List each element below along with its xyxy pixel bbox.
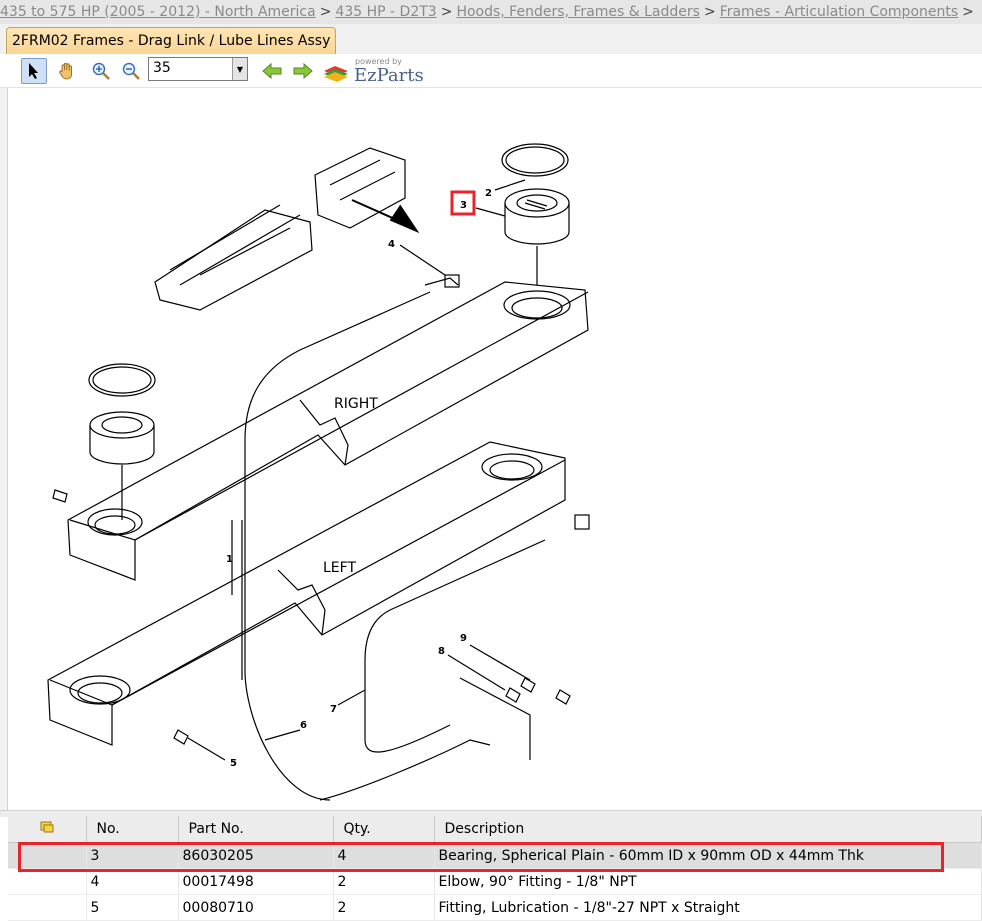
note-icon	[40, 821, 54, 833]
column-header-description[interactable]: Description	[434, 816, 982, 843]
column-header-no[interactable]: No.	[86, 816, 179, 843]
parts-diagram[interactable]: RIGHT LEFT 1 2 3 4 5 6 7 8 9	[8, 88, 982, 810]
tab-bar: 2FRM02 Frames - Drag Link / Lube Lines A…	[0, 24, 982, 55]
column-header-qty[interactable]: Qty.	[333, 816, 435, 843]
table-header-row: No. Part No. Qty. Description	[8, 816, 982, 843]
callout-8[interactable]: 8	[438, 646, 445, 657]
table-row[interactable]: 5 00080710 2 Fitting, Lubrication - 1/8"…	[8, 894, 982, 921]
diagram-label-right: RIGHT	[334, 396, 378, 412]
row-marker-cell	[8, 894, 87, 921]
breadcrumb-link-section[interactable]: Hoods, Fenders, Frames & Ladders	[456, 4, 700, 20]
callout-5[interactable]: 5	[230, 758, 237, 769]
column-header-part-no[interactable]: Part No.	[178, 816, 334, 843]
zoom-in-icon	[92, 62, 110, 80]
callout-2[interactable]: 2	[485, 188, 492, 199]
cell-description: Elbow, 90° Fitting - 1/8" NPT	[434, 868, 982, 895]
column-header-icon[interactable]	[8, 816, 87, 843]
hand-icon	[59, 62, 72, 80]
exploded-view-drawing: RIGHT LEFT 1 2 3 4 5 6 7 8 9	[47, 143, 590, 801]
breadcrumb-separator: >	[319, 4, 332, 20]
select-pointer-button[interactable]	[21, 58, 47, 84]
chevron-down-icon[interactable]: ▼	[232, 58, 247, 80]
ezparts-logo: powered by EzParts	[321, 57, 431, 86]
callout-6[interactable]: 6	[300, 720, 307, 731]
breadcrumb-link-engine[interactable]: 435 HP - D2T3	[335, 4, 436, 20]
selected-row-highlight	[18, 842, 944, 872]
callout-1[interactable]: 1	[226, 554, 233, 565]
breadcrumb-separator: >	[440, 4, 453, 20]
pointer-icon	[29, 63, 38, 79]
table-row[interactable]: 4 00017498 2 Elbow, 90° Fitting - 1/8" N…	[8, 868, 982, 895]
callout-4[interactable]: 4	[388, 239, 395, 250]
tab-drawing[interactable]: 2FRM02 Frames - Drag Link / Lube Lines A…	[6, 27, 337, 54]
cell-description: Fitting, Lubrication - 1/8"-27 NPT x Str…	[434, 894, 982, 921]
zoom-out-icon	[122, 62, 140, 80]
ezparts-text: EzParts	[354, 65, 424, 86]
previous-button[interactable]	[259, 58, 285, 84]
arrow-right-icon	[293, 62, 313, 80]
breadcrumb-separator: >	[703, 4, 716, 20]
zoom-out-button[interactable]	[118, 58, 144, 84]
zoom-value: 35	[153, 60, 171, 76]
zoom-select[interactable]: 35 ▼	[148, 57, 248, 81]
cell-no: 5	[86, 894, 179, 921]
books-icon	[324, 66, 348, 82]
cell-part-no: 00080710	[178, 894, 334, 921]
diagram-label-left: LEFT	[323, 560, 356, 576]
breadcrumb-separator: >	[962, 4, 974, 20]
pan-hand-button[interactable]	[54, 58, 80, 84]
arrow-left-icon	[262, 62, 282, 80]
cell-qty: 2	[333, 868, 435, 895]
breadcrumb: 435 to 575 HP (2005 - 2012) - North Amer…	[0, 0, 982, 24]
breadcrumb-link-model[interactable]: 435 to 575 HP (2005 - 2012) - North Amer…	[0, 4, 316, 20]
cell-no: 4	[86, 868, 179, 895]
zoom-in-button[interactable]	[88, 58, 114, 84]
next-button[interactable]	[290, 58, 316, 84]
left-collapse-strip[interactable]	[0, 54, 8, 811]
callout-7[interactable]: 7	[330, 704, 337, 715]
breadcrumb-link-group[interactable]: Frames - Articulation Components	[720, 4, 958, 20]
callout-3[interactable]: 3	[460, 200, 467, 211]
row-marker-cell	[8, 868, 87, 895]
callout-9[interactable]: 9	[460, 633, 467, 644]
cell-part-no: 00017498	[178, 868, 334, 895]
cell-qty: 2	[333, 894, 435, 921]
